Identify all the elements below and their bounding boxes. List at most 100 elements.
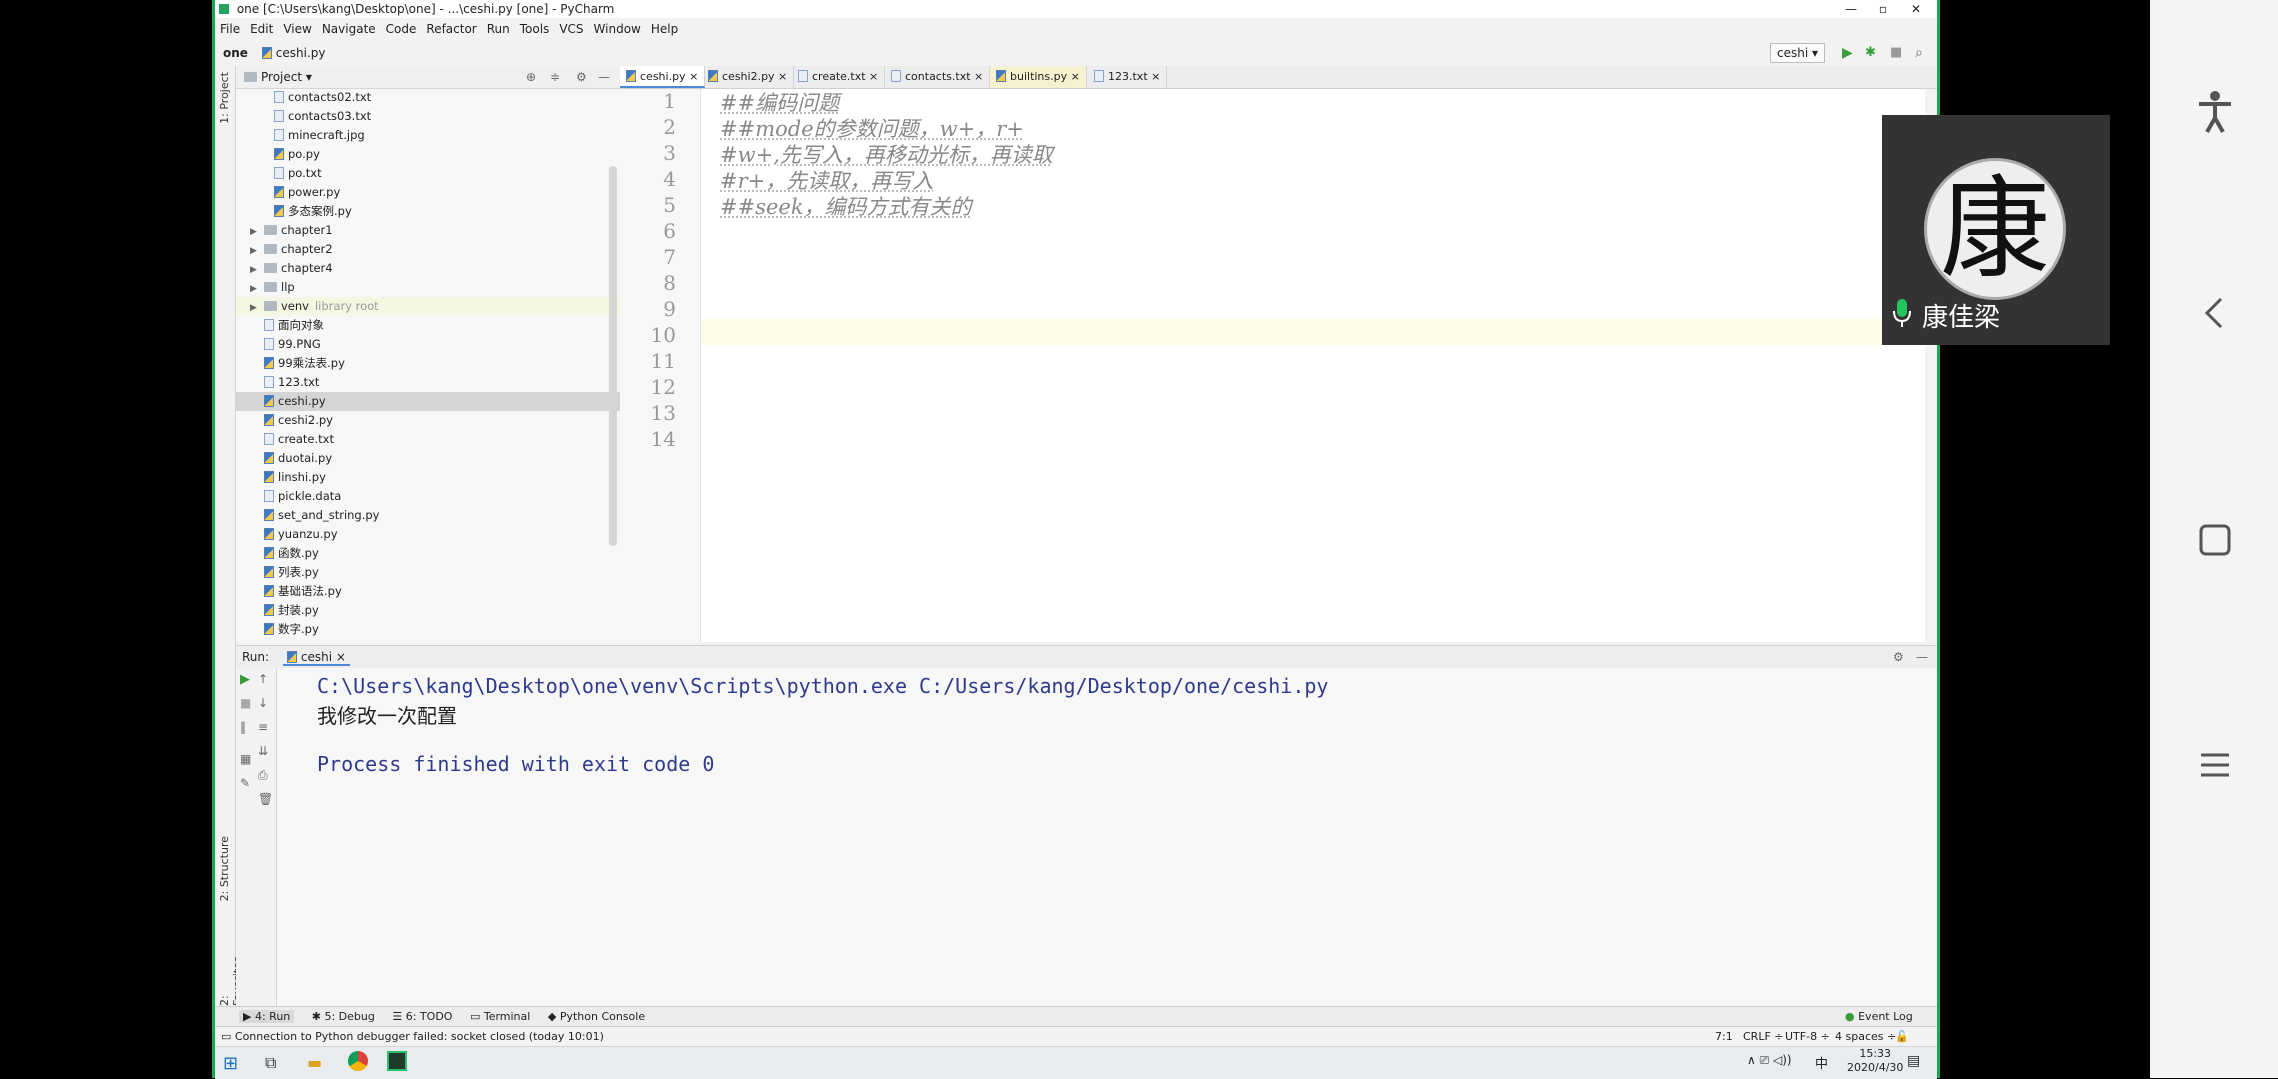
menu-file[interactable]: File xyxy=(215,18,245,40)
collapse-icon[interactable]: ≑ xyxy=(550,66,560,88)
tree-file[interactable]: power.py xyxy=(236,183,620,202)
layout-icon[interactable]: ▦ xyxy=(240,752,251,766)
tree-file[interactable]: po.txt xyxy=(236,164,620,183)
run-tool-button[interactable]: ▶ 4: Run xyxy=(239,1010,295,1023)
tree-file[interactable]: contacts02.txt xyxy=(236,88,620,107)
recent-apps-icon[interactable] xyxy=(2195,745,2235,795)
code-editor[interactable]: 1 2 3 4 5 6 7 8 9 10 11 12 13 14 ##编码问题 … xyxy=(620,89,1937,642)
menu-vcs[interactable]: VCS xyxy=(554,18,588,40)
breadcrumb-project[interactable]: one xyxy=(223,46,248,60)
indent-setting[interactable]: 4 spaces ÷ xyxy=(1835,1027,1896,1047)
tree-file[interactable]: 数字.py xyxy=(236,620,620,639)
tree-file[interactable]: 封装.py xyxy=(236,601,620,620)
menu-tools[interactable]: Tools xyxy=(515,18,555,40)
tree-file[interactable]: 多态案例.py xyxy=(236,202,620,221)
pin-icon[interactable]: ✎ xyxy=(240,776,250,790)
tree-file[interactable]: 123.txt xyxy=(236,373,620,392)
run-tab[interactable]: ceshi × xyxy=(282,650,350,666)
python-console-tool-button[interactable]: ◆ Python Console xyxy=(548,1010,645,1023)
project-view-dropdown[interactable]: Project ▾ xyxy=(244,70,312,84)
tree-file[interactable]: set_and_string.py xyxy=(236,506,620,525)
menu-edit[interactable]: Edit xyxy=(245,18,278,40)
tree-file[interactable]: duotai.py xyxy=(236,449,620,468)
ime-indicator[interactable]: 中 xyxy=(1815,1053,1828,1072)
caret-position[interactable]: 7:1 xyxy=(1715,1027,1733,1047)
system-tray-icons[interactable]: ∧ ⎚ ◁)) xyxy=(1747,1053,1792,1068)
file-explorer-icon[interactable]: ▬ xyxy=(307,1053,322,1072)
menu-run[interactable]: Run xyxy=(482,18,515,40)
close-button[interactable]: ✕ xyxy=(1911,0,1921,18)
tree-file[interactable]: ceshi2.py xyxy=(236,411,620,430)
tab-contacts[interactable]: contacts.txt × xyxy=(885,66,991,88)
tree-file[interactable]: create.txt xyxy=(236,430,620,449)
scroll-to-end-icon[interactable]: ⇊ xyxy=(258,744,268,758)
tree-file[interactable]: minecraft.jpg xyxy=(236,126,620,145)
tree-file[interactable]: 函数.py xyxy=(236,544,620,563)
debug-icon[interactable]: ✱ xyxy=(1865,40,1876,66)
debug-tool-button[interactable]: ✱ 5: Debug xyxy=(312,1010,375,1023)
tree-file[interactable]: ceshi.py xyxy=(236,392,620,411)
tree-file[interactable]: yuanzu.py xyxy=(236,525,620,544)
search-icon[interactable]: ⌕ xyxy=(1915,40,1923,66)
trash-icon[interactable]: 🗑 xyxy=(258,792,273,806)
gear-icon[interactable]: ⚙ xyxy=(576,66,587,88)
run-console[interactable]: C:\Users\kang\Desktop\one\venv\Scripts\p… xyxy=(277,668,1937,1008)
down-arrow-icon[interactable]: ↓ xyxy=(258,696,268,710)
notification-icon[interactable]: ▤ xyxy=(1907,1053,1920,1069)
pause-icon[interactable]: ‖ xyxy=(240,720,246,734)
home-icon[interactable] xyxy=(2195,520,2235,570)
tree-file[interactable]: po.py xyxy=(236,145,620,164)
task-view-icon[interactable]: ⧉ xyxy=(265,1053,276,1073)
print-icon[interactable]: ⎙ xyxy=(258,768,268,783)
menu-code[interactable]: Code xyxy=(381,18,422,40)
maximize-button[interactable]: ▫ xyxy=(1879,0,1887,18)
tree-folder[interactable]: ▶ chapter4 xyxy=(236,259,620,278)
todo-tool-button[interactable]: ☰ 6: TODO xyxy=(392,1010,452,1023)
windows-start-icon[interactable]: ⊞ xyxy=(223,1053,238,1074)
menu-view[interactable]: View xyxy=(278,18,316,40)
accessibility-icon[interactable] xyxy=(2195,90,2235,144)
menu-help[interactable]: Help xyxy=(646,18,683,40)
run-icon[interactable]: ▶ xyxy=(1842,40,1853,66)
video-call-overlay[interactable]: 康 康佳梁 xyxy=(1882,115,2110,345)
tree-file[interactable]: 99.PNG xyxy=(236,335,620,354)
tree-scrollbar[interactable] xyxy=(609,166,617,546)
clock[interactable]: 15:33 2020/4/30 xyxy=(1847,1047,1903,1075)
stop-icon[interactable]: ■ xyxy=(1890,40,1902,66)
tab-ceshi[interactable]: ceshi.py × xyxy=(620,66,706,88)
tree-folder[interactable]: ▶ venv library root xyxy=(236,297,620,316)
menu-navigate[interactable]: Navigate xyxy=(317,18,381,40)
event-log-button[interactable]: ● Event Log xyxy=(1845,1007,1913,1027)
tree-folder[interactable]: ▶ llp xyxy=(236,278,620,297)
tab-create[interactable]: create.txt × xyxy=(792,66,886,88)
lock-icon[interactable]: 🔓 xyxy=(1895,1027,1909,1047)
tree-file[interactable]: 99乘法表.py xyxy=(236,354,620,373)
back-icon[interactable] xyxy=(2195,293,2235,343)
tab-ceshi2[interactable]: ceshi2.py × xyxy=(702,66,795,88)
hide-icon[interactable]: — xyxy=(1916,646,1928,668)
tree-folder[interactable]: ▶ chapter1 xyxy=(236,221,620,240)
run-config-select[interactable]: ceshi ▾ xyxy=(1770,43,1826,63)
minimize-button[interactable]: — xyxy=(1845,0,1857,18)
gear-icon[interactable]: ⚙ xyxy=(1893,646,1904,668)
menu-window[interactable]: Window xyxy=(589,18,646,40)
line-separator[interactable]: CRLF ÷ xyxy=(1743,1027,1784,1047)
tab-builtins[interactable]: builtins.py × xyxy=(990,66,1087,88)
soft-wrap-icon[interactable]: ≡ xyxy=(258,720,268,734)
project-tool-button[interactable]: 1: Project xyxy=(218,72,231,124)
hide-icon[interactable]: — xyxy=(598,66,610,88)
pycharm-taskbar-icon[interactable] xyxy=(387,1051,407,1071)
file-encoding[interactable]: UTF-8 ÷ xyxy=(1785,1027,1830,1047)
locate-icon[interactable]: ⊕ xyxy=(526,66,536,88)
up-arrow-icon[interactable]: ↑ xyxy=(258,672,268,686)
tree-file[interactable]: 列表.py xyxy=(236,563,620,582)
tree-file[interactable]: 基础语法.py xyxy=(236,582,620,601)
terminal-tool-button[interactable]: ▭ Terminal xyxy=(470,1010,530,1023)
tree-file[interactable]: linshi.py xyxy=(236,468,620,487)
tree-file[interactable]: pickle.data xyxy=(236,487,620,506)
tree-file[interactable]: contacts03.txt xyxy=(236,107,620,126)
tab-123[interactable]: 123.txt × xyxy=(1088,66,1168,88)
menu-refactor[interactable]: Refactor xyxy=(421,18,481,40)
tree-file[interactable]: 面向对象 xyxy=(236,316,620,335)
chrome-icon[interactable] xyxy=(348,1051,368,1071)
